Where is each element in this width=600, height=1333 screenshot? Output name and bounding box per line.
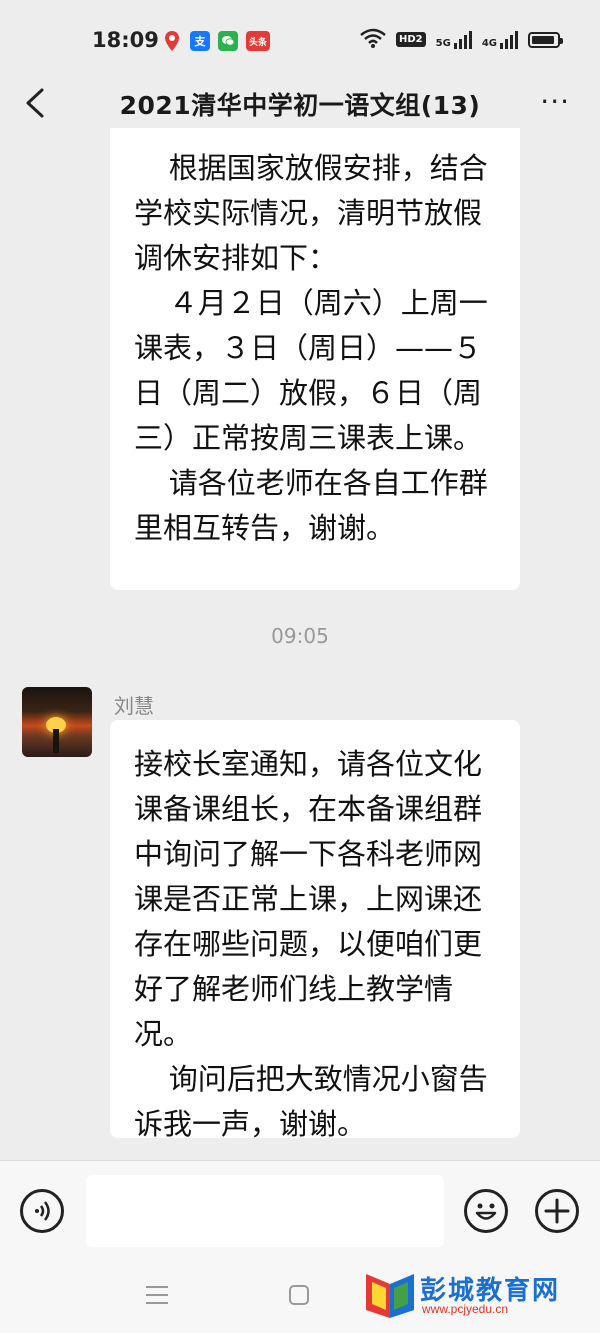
status-bar: 18:09 支 头条 HD2 5G 4G bbox=[0, 0, 600, 80]
message-paragraph: 接校长室通知，请各位文化课备课组长，在本备课组群中询问了解一下各科老师网课是否正… bbox=[134, 747, 483, 1051]
watermark-url: www.pcjyedu.cn bbox=[422, 1302, 509, 1316]
alipay-icon: 支 bbox=[190, 31, 210, 51]
message-paragraph: ４月２日（周六）上周一课表，３日（周日）——５日（周二）放假，６日（周三）正常按… bbox=[134, 286, 488, 455]
message-bubble[interactable]: 根据国家放假安排，结合学校实际情况，清明节放假调休安排如下： ４月２日（周六）上… bbox=[110, 128, 520, 590]
message-timestamp: 09:05 bbox=[271, 624, 329, 648]
sender-name: 刘慧 bbox=[114, 694, 154, 718]
wechat-icon bbox=[218, 31, 238, 51]
location-icon bbox=[162, 31, 182, 51]
emoji-icon bbox=[475, 1203, 497, 1220]
avatar[interactable] bbox=[22, 687, 92, 757]
message-input[interactable] bbox=[86, 1175, 444, 1247]
more-options-button[interactable]: ··· bbox=[540, 88, 570, 116]
message-paragraph: 询问后把大致情况小窗告诉我一声，谢谢。 bbox=[134, 1062, 488, 1141]
voice-icon bbox=[35, 1201, 50, 1221]
more-functions-button[interactable] bbox=[535, 1189, 579, 1233]
signal-4g-icon: 4G bbox=[482, 30, 518, 49]
message-bubble[interactable]: 接校长室通知，请各位文化课备课组长，在本备课组群中询问了解一下各科老师网课是否正… bbox=[110, 720, 520, 1141]
toutiao-icon: 头条 bbox=[246, 31, 270, 51]
home-key-icon[interactable] bbox=[289, 1285, 309, 1305]
book-logo-icon bbox=[366, 1274, 414, 1318]
status-time: 18:09 bbox=[92, 28, 159, 52]
signal-5g-icon: 5G bbox=[436, 30, 472, 49]
input-bar bbox=[0, 1160, 600, 1261]
message-paragraph: 根据国家放假安排，结合学校实际情况，清明节放假调休安排如下： bbox=[134, 151, 488, 275]
hd-voice-badge: HD2 bbox=[396, 32, 426, 47]
message-paragraph: 请各位老师在各自工作群里相互转告，谢谢。 bbox=[134, 466, 488, 545]
site-watermark: 彭城教育网 www.pcjyedu.cn bbox=[362, 1268, 580, 1324]
plus-icon bbox=[544, 1198, 570, 1224]
menu-key-icon[interactable] bbox=[146, 1286, 168, 1310]
battery-icon bbox=[528, 31, 563, 48]
chat-header: 2021清华中学初一语文组(13) ··· bbox=[0, 80, 600, 128]
system-navigation-bar: 彭城教育网 www.pcjyedu.cn bbox=[0, 1260, 600, 1333]
voice-input-button[interactable] bbox=[20, 1189, 64, 1233]
chat-title: 2021清华中学初一语文组(13) bbox=[119, 91, 481, 120]
wifi-icon bbox=[360, 28, 386, 51]
emoji-button[interactable] bbox=[464, 1189, 508, 1233]
